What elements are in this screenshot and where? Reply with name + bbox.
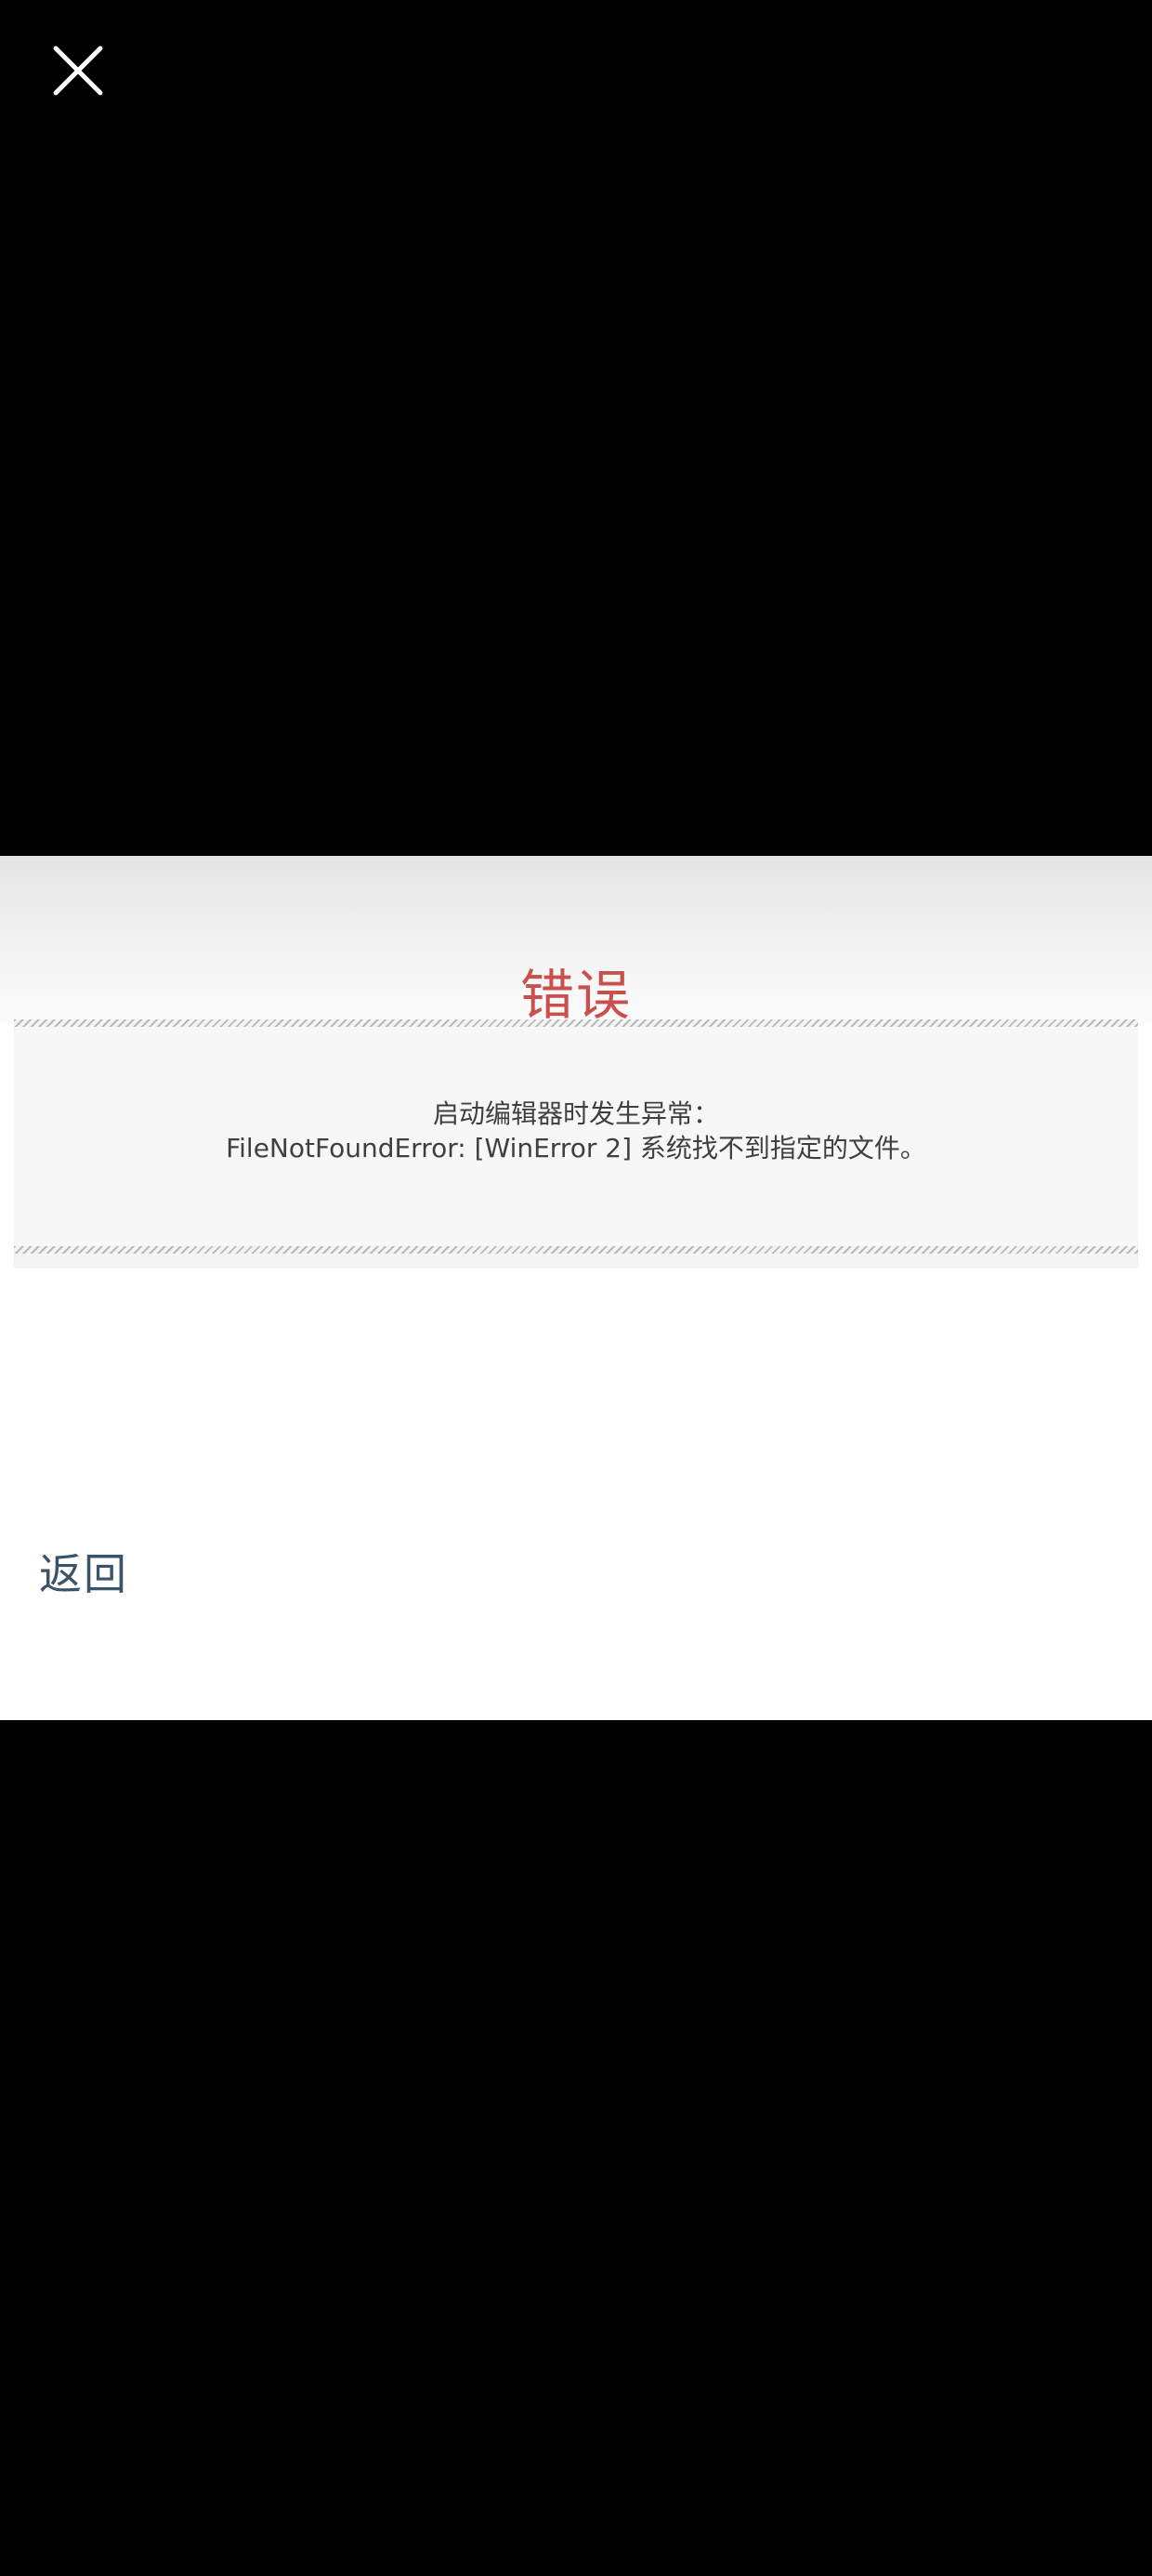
hatched-divider-top <box>14 1019 1138 1027</box>
error-message-line-2: FileNotFoundError: [WinError 2] 系统找不到指定的… <box>226 1133 926 1163</box>
error-message-box: 启动编辑器时发生异常： FileNotFoundError: [WinError… <box>14 1019 1138 1254</box>
error-message-line-1: 启动编辑器时发生异常： <box>432 1098 719 1129</box>
image-viewer: 错误 启动编辑器时发生异常： FileNotFoundError: [WinEr… <box>0 0 1152 2576</box>
error-message: 启动编辑器时发生异常： FileNotFoundError: [WinError… <box>14 1097 1138 1165</box>
hatched-divider-bottom <box>14 1246 1138 1254</box>
back-link[interactable]: 返回 <box>39 1545 128 1603</box>
close-icon <box>53 46 103 96</box>
close-button[interactable] <box>37 33 119 112</box>
message-box-shadow <box>14 1254 1138 1268</box>
error-page: 错误 启动编辑器时发生异常： FileNotFoundError: [WinEr… <box>0 856 1152 1720</box>
